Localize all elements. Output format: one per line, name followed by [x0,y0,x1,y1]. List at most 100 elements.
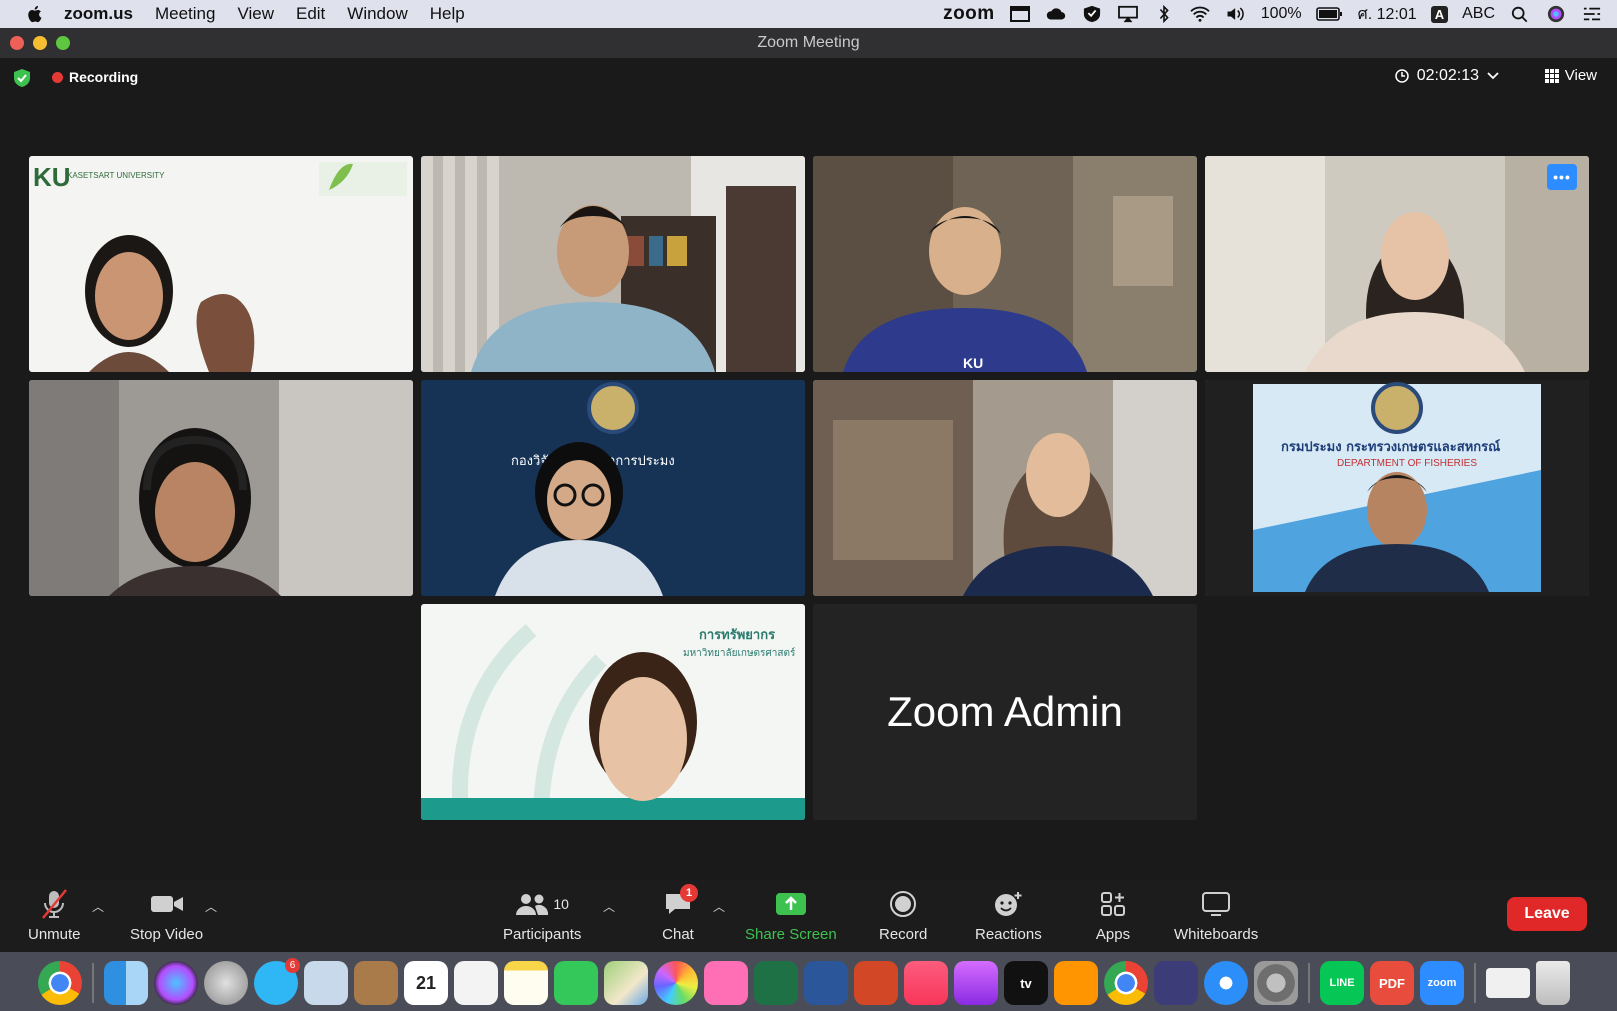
chat-options-chevron-up-icon[interactable]: ︿ [713,898,725,915]
trash-dock-icon[interactable] [1536,961,1570,1005]
calendar-dock-icon[interactable]: 21 [404,961,448,1005]
participant-video-tile[interactable]: KU KASETSART UNIVERSITY [29,156,413,372]
menu-meeting[interactable]: Meeting [155,4,215,24]
menu-edit[interactable]: Edit [296,4,325,24]
launchpad-dock-icon[interactable] [204,961,248,1005]
vpn-shield-icon[interactable] [1081,5,1103,23]
folder-dock-icon[interactable] [704,961,748,1005]
fullscreen-window-button[interactable] [56,36,70,50]
excel-dock-icon[interactable] [754,961,798,1005]
chrome-secondary-dock-icon[interactable] [1104,961,1148,1005]
airplay-icon[interactable] [1117,5,1139,23]
whiteboards-button[interactable]: Whiteboards [1174,888,1258,943]
zoom-status-item[interactable]: zoom [943,3,995,25]
wifi-icon[interactable] [1189,5,1211,23]
more-options-button[interactable]: ••• [1547,164,1577,190]
cloud-icon[interactable] [1045,5,1067,23]
whiteboards-label: Whiteboards [1174,926,1259,943]
audio-options-chevron-up-icon[interactable]: ︿ [92,898,104,915]
participant-video-tile[interactable]: ••• [1205,156,1589,372]
photos-dock-icon[interactable] [654,961,698,1005]
messages-badge: 6 [285,958,300,973]
zoom-dock-icon[interactable]: zoom [1420,961,1464,1005]
video-options-chevron-up-icon[interactable]: ︿ [205,898,217,915]
line-dock-icon[interactable]: LINE [1320,961,1364,1005]
imovie-dock-icon[interactable] [1154,961,1198,1005]
reminders-dock-icon[interactable] [454,961,498,1005]
bluetooth-icon[interactable] [1153,5,1175,23]
participant-name-tile[interactable]: Zoom Admin [813,604,1197,820]
menubar-clock[interactable]: ศ. 12:01 [1358,2,1417,27]
recording-dot-icon [52,71,63,83]
participants-icon [516,894,549,915]
siri-dock-icon[interactable] [154,961,198,1005]
safari-dock-icon[interactable] [1204,961,1248,1005]
menu-view[interactable]: View [237,4,274,24]
participant-video-feed: KU KASETSART UNIVERSITY [29,156,413,372]
downloads-stack-dock-icon[interactable] [1486,968,1530,998]
reactions-button[interactable]: Reactions [975,888,1042,943]
record-label: Record [879,926,928,943]
department-seal [587,382,639,434]
podcasts-dock-icon[interactable] [954,961,998,1005]
university-sub-text: KASETSART UNIVERSITY [67,171,165,180]
banner-sub-text: DEPARTMENT OF FISHERIES [1337,458,1477,469]
record-button[interactable]: Record [879,888,927,943]
security-shield-icon[interactable] [12,68,32,88]
window-icon[interactable] [1009,5,1031,23]
menu-window[interactable]: Window [347,4,407,24]
unmute-button[interactable]: Unmute [28,888,81,943]
notebook-dock-icon[interactable] [354,961,398,1005]
control-center-icon[interactable] [1581,5,1603,23]
music-dock-icon[interactable] [904,961,948,1005]
apple-logo-icon[interactable] [24,3,46,25]
meeting-timer[interactable]: 02:02:13 [1394,67,1499,85]
leave-meeting-button[interactable]: Leave [1507,897,1587,931]
messages-dock-icon[interactable]: 6 [254,958,300,1005]
participants-button[interactable]: 10 Participants [503,888,581,943]
apps-button[interactable]: Apps [1091,888,1135,943]
menu-help[interactable]: Help [430,4,465,24]
apple-tv-dock-icon[interactable]: tv [1004,961,1048,1005]
share-screen-button[interactable]: Share Screen [745,888,837,943]
participant-video-tile[interactable]: KU [813,156,1197,372]
battery-icon[interactable] [1315,5,1344,23]
siri-icon[interactable] [1545,5,1567,23]
participants-label: Participants [503,926,582,943]
reactions-label: Reactions [975,926,1042,943]
participant-video-tile[interactable] [421,156,805,372]
books-dock-icon[interactable] [1054,961,1098,1005]
input-source-badge[interactable]: A [1430,5,1449,23]
word-dock-icon[interactable] [804,961,848,1005]
view-button[interactable]: View [1544,67,1597,84]
preview-dock-icon[interactable] [304,961,348,1005]
spotlight-search-icon[interactable] [1509,5,1531,23]
menu-app-name[interactable]: zoom.us [64,4,133,24]
powerpoint-dock-icon[interactable] [854,961,898,1005]
participant-video-tile[interactable]: การทรัพยากร มหาวิทยาลัยเกษตรศาสตร์ [421,604,805,820]
macos-dock: 6 21 tv LINE PDF zoom [0,952,1617,1011]
meeting-area: Recording 02:02:13 View KU KASETSART UNI… [0,58,1617,880]
stop-video-button[interactable]: Stop Video [130,888,203,943]
pdf-dock-icon[interactable]: PDF [1370,961,1414,1005]
system-preferences-dock-icon[interactable] [1254,961,1298,1005]
finder-dock-icon[interactable] [104,961,148,1005]
minimize-window-button[interactable] [33,36,47,50]
participants-options-chevron-up-icon[interactable]: ︿ [603,898,615,915]
chat-button[interactable]: 1 Chat [656,884,700,943]
input-source-label: ABC [1462,5,1495,22]
recording-indicator[interactable]: Recording [52,69,138,85]
participant-video-tile[interactable]: กองวิจัยและพัฒนาการประมง [421,380,805,596]
maps-dock-icon[interactable] [604,961,648,1005]
close-window-button[interactable] [10,36,24,50]
participant-video-tile[interactable] [813,380,1197,596]
notes-dock-icon[interactable] [504,961,548,1005]
volume-icon[interactable] [1225,5,1247,23]
macos-menubar: zoom.us Meeting View Edit Window Help zo… [0,0,1617,28]
apps-label: Apps [1095,926,1131,943]
pdf-label: PDF [1379,975,1405,991]
participant-video-tile[interactable] [29,380,413,596]
chrome-dock-icon[interactable] [38,961,82,1005]
active-speaker-video-tile[interactable]: กรมประมง กระทรวงเกษตรและสหกรณ์ DEPARTMEN… [1205,380,1589,596]
facetime-dock-icon[interactable] [554,961,598,1005]
